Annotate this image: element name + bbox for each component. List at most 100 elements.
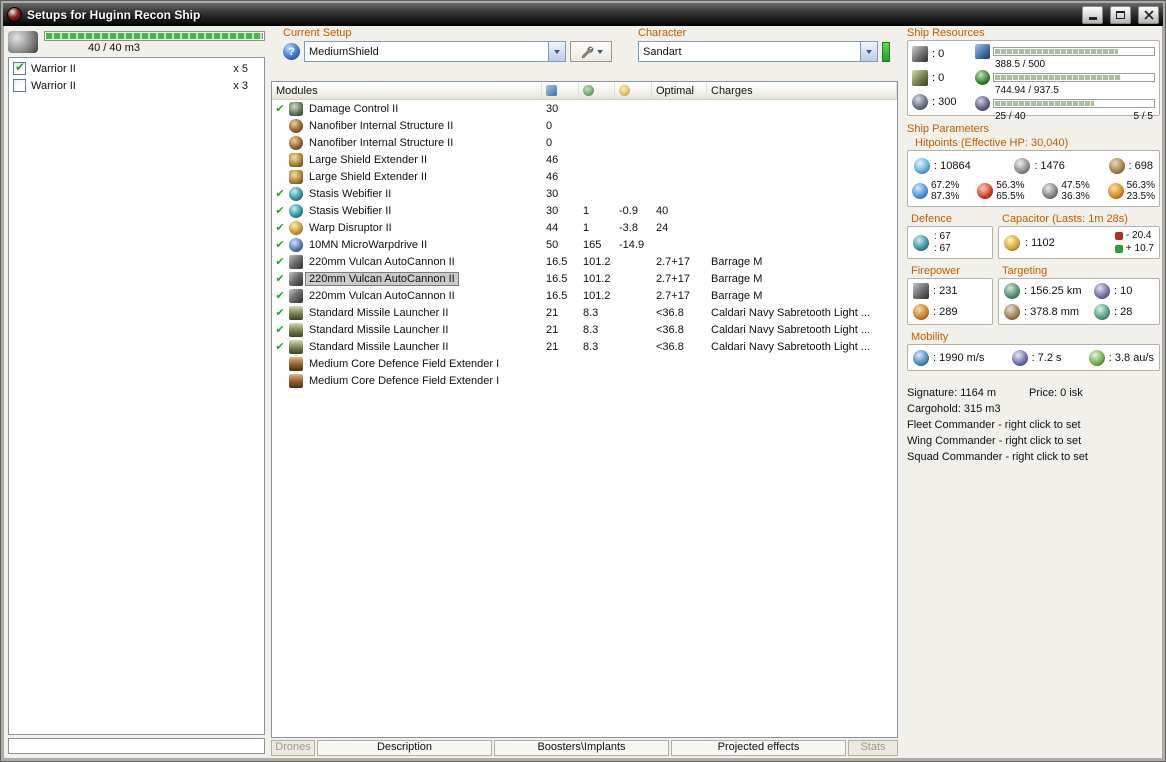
module-name: Stasis Webifier II — [309, 187, 392, 200]
drone-bay-capacity-bar — [44, 31, 265, 41]
module-row[interactable]: Standard Missile Launcher II 21 8.3 <36.… — [272, 304, 897, 321]
title-bar[interactable]: Setups for Huginn Recon Ship — [3, 3, 1163, 26]
cpu-column-icon — [546, 85, 557, 96]
setup-tools-button[interactable] — [570, 41, 612, 62]
wrench-icon — [581, 46, 593, 58]
module-type-icon — [289, 356, 303, 371]
drone-panel-footer — [8, 738, 265, 754]
fitting-panel: Current Setup MediumShield Character — [271, 27, 898, 756]
module-type-icon — [289, 288, 303, 303]
module-charges: Caldari Navy Sabretooth Light ... — [711, 340, 870, 353]
module-type-icon — [289, 322, 303, 337]
setup-dropdown-button[interactable] — [548, 42, 565, 61]
wing-commander-text[interactable]: Wing Commander - right click to set — [907, 433, 1160, 449]
drone-list-item[interactable]: Warrior II x 5 — [11, 60, 262, 77]
module-row[interactable]: Stasis Webifier II 30 — [272, 185, 897, 202]
close-button[interactable] — [1138, 5, 1159, 24]
module-name: Medium Core Defence Field Extender I — [309, 357, 500, 370]
bottom-tab[interactable]: Drones — [271, 740, 315, 756]
module-row[interactable]: Large Shield Extender II 46 — [272, 151, 897, 168]
module-row[interactable]: 220mm Vulcan AutoCannon II 16.5 101.2 2.… — [272, 253, 897, 270]
module-row[interactable]: Damage Control II 30 — [272, 100, 897, 117]
module-capacitor: -3.8 — [619, 221, 638, 234]
module-row[interactable]: Standard Missile Launcher II 21 8.3 <36.… — [272, 338, 897, 355]
module-cpu: 46 — [546, 170, 559, 183]
drone-name: Warrior II — [31, 79, 76, 92]
active-check-icon — [274, 255, 286, 268]
module-row[interactable]: 220mm Vulcan AutoCannon II 16.5 101.2 2.… — [272, 287, 897, 304]
mobility-box: : 1990 m/s : 7.2 s : 3.8 au/s — [907, 344, 1160, 371]
optimal-column-header[interactable]: Optimal — [652, 82, 707, 99]
hp-pool-icon — [1014, 157, 1031, 174]
module-row[interactable]: Medium Core Defence Field Extender I — [272, 372, 897, 389]
charges-column-header[interactable]: Charges — [707, 82, 897, 99]
module-row[interactable]: Large Shield Extender II 46 — [272, 168, 897, 185]
module-row[interactable]: 220mm Vulcan AutoCannon II 16.5 101.2 2.… — [272, 270, 897, 287]
module-name: Large Shield Extender II — [309, 153, 428, 166]
drone-name: Warrior II — [31, 62, 76, 75]
module-cpu: 30 — [546, 102, 559, 115]
bottom-tab[interactable]: Stats — [848, 740, 898, 756]
module-row[interactable]: Medium Core Defence Field Extender I — [272, 355, 897, 372]
active-check-icon — [274, 204, 286, 217]
targeting-stat: : 10 — [1094, 283, 1154, 300]
capacitor-amount: : 1102 — [1025, 236, 1055, 249]
drone-checkbox[interactable] — [13, 79, 26, 92]
resource-gauge: 388.5 / 500 — [975, 44, 1155, 70]
maximize-button[interactable] — [1110, 5, 1131, 24]
character-combobox[interactable]: Sandart — [638, 41, 878, 62]
resource-value: : 0 — [932, 48, 945, 60]
module-row[interactable]: 10MN MicroWarpdrive II 50 165 -14.9 — [272, 236, 897, 253]
powergrid-column-icon — [583, 85, 594, 96]
bottom-tab[interactable]: Projected effects — [671, 740, 846, 756]
active-check-icon — [274, 187, 286, 200]
module-row[interactable]: Standard Missile Launcher II 21 8.3 <36.… — [272, 321, 897, 338]
squad-commander-text[interactable]: Squad Commander - right click to set — [907, 449, 1160, 465]
gauge-icon — [975, 44, 990, 59]
gauge-icon — [975, 70, 990, 85]
gauge-bar-fill — [995, 101, 1094, 106]
module-cpu: 50 — [546, 238, 559, 251]
firepower-value: : 289 — [933, 305, 958, 318]
powergrid-column-header[interactable] — [579, 82, 615, 99]
mobility-icon — [1011, 349, 1028, 366]
module-row[interactable]: Nanofiber Internal Structure II 0 — [272, 117, 897, 134]
drone-bay-capacity-fill — [46, 33, 263, 39]
resource-gauge: 25 / 40 5 / 5 — [975, 96, 1155, 122]
drone-checkbox[interactable] — [13, 60, 26, 75]
bottom-tab[interactable]: Description — [317, 740, 492, 756]
shield-resist-value: 67.2% — [931, 180, 960, 191]
ship-info: Signature: 1164 m Price: 0 isk Cargohold… — [907, 385, 1160, 465]
module-row[interactable]: Nanofiber Internal Structure II 0 — [272, 134, 897, 151]
bottom-tab[interactable]: Boosters\Implants — [494, 740, 669, 756]
module-capacitor: -14.9 — [619, 238, 645, 251]
mobility-stat: : 3.8 au/s — [1088, 349, 1154, 366]
cpu-column-header[interactable] — [542, 82, 579, 99]
module-optimal: <36.8 — [656, 306, 684, 319]
gauge-extra: 5 / 5 — [1133, 111, 1153, 122]
stats-panel: Ship Resources : 0 : 0 : 300 388.5 / 500… — [907, 27, 1160, 756]
module-powergrid: 8.3 — [583, 306, 599, 319]
setup-combobox-value: MediumShield — [309, 45, 379, 58]
fleet-commander-text[interactable]: Fleet Commander - right click to set — [907, 417, 1160, 433]
hp-pool: : 698 — [1108, 157, 1153, 174]
resource-icon — [912, 70, 928, 86]
module-type-icon — [289, 237, 303, 252]
help-icon[interactable] — [283, 43, 300, 60]
cap-recharge-value: + 10.7 — [1125, 243, 1154, 254]
minimize-button[interactable] — [1082, 5, 1103, 24]
modules-column-header[interactable]: Modules — [272, 82, 542, 99]
character-dropdown-button[interactable] — [860, 42, 877, 61]
module-cpu: 44 — [546, 221, 559, 234]
module-name: Damage Control II — [309, 102, 399, 115]
mobility-value: : 7.2 s — [1031, 351, 1062, 364]
module-cpu: 30 — [546, 204, 559, 217]
module-cpu: 16.5 — [546, 255, 568, 268]
capacitor-column-header[interactable] — [615, 82, 652, 99]
module-row[interactable]: Warp Disruptor II 44 1 -3.8 24 — [272, 219, 897, 236]
drone-list-item[interactable]: Warrior II x 3 — [11, 77, 262, 94]
module-row[interactable]: Stasis Webifier II 30 1 -0.9 40 — [272, 202, 897, 219]
setup-combobox[interactable]: MediumShield — [304, 41, 566, 62]
drone-list[interactable]: Warrior II x 5 Warrior II x 3 — [8, 57, 265, 735]
module-optimal: <36.8 — [656, 323, 684, 336]
